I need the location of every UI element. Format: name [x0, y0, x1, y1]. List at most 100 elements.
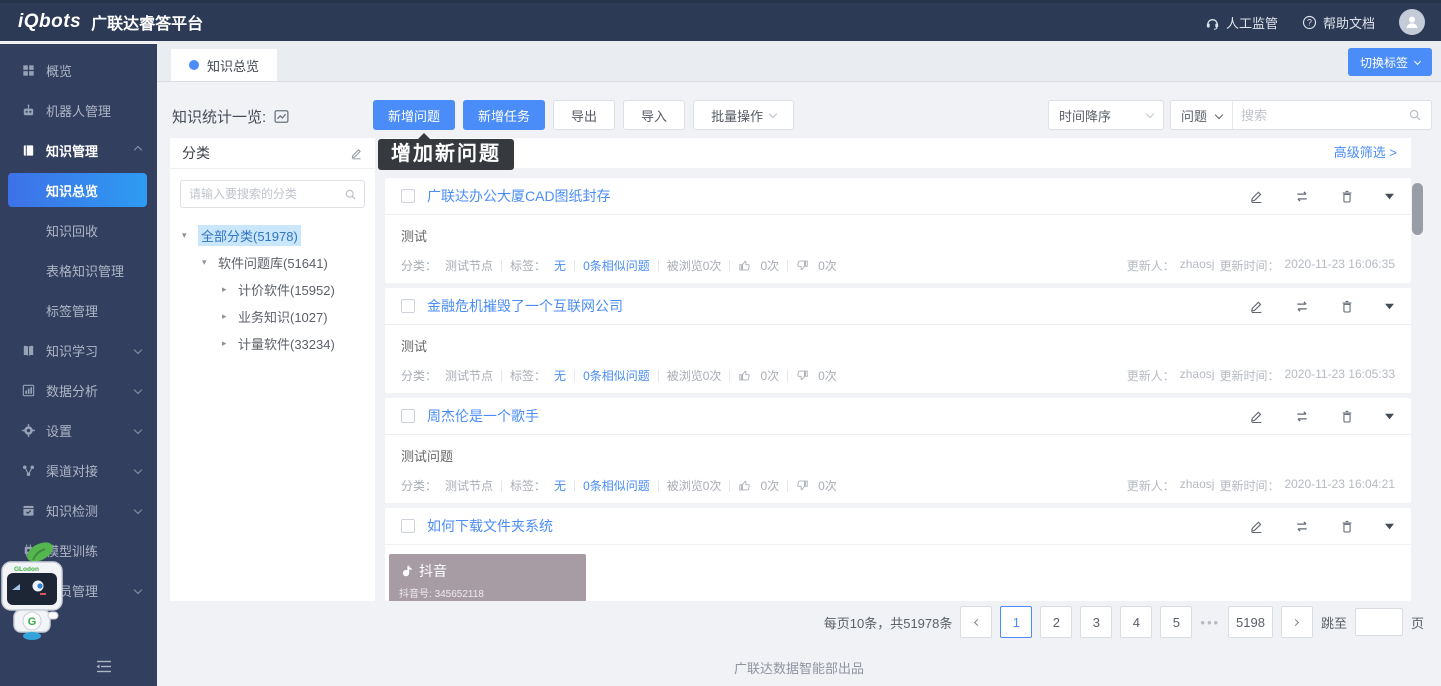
- trash-icon[interactable]: [1340, 189, 1354, 204]
- caret-down-icon[interactable]: [1384, 302, 1395, 311]
- search-input[interactable]: [1233, 108, 1408, 123]
- sidebar-subitem-tag-management[interactable]: 标签管理: [0, 290, 157, 330]
- edit-icon[interactable]: [1249, 299, 1264, 314]
- music-note-icon: [399, 564, 413, 578]
- search-icon[interactable]: [344, 188, 357, 201]
- caret-icon[interactable]: ▸: [222, 284, 238, 295]
- tree-node-measurement-software[interactable]: ▸ 计量软件(33234): [182, 330, 375, 357]
- chevron-up-icon: [134, 146, 142, 154]
- edit-icon[interactable]: [1249, 189, 1264, 204]
- caret-down-icon[interactable]: [1384, 192, 1395, 201]
- page-button-2[interactable]: 2: [1040, 606, 1072, 638]
- page-button-last[interactable]: 5198: [1228, 606, 1273, 638]
- sidebar-subitem-table-knowledge[interactable]: 表格知识管理: [0, 250, 157, 290]
- manual-supervision-link[interactable]: 人工监管: [1205, 13, 1278, 32]
- tree-node-all-categories[interactable]: ▾ 全部分类(51978): [182, 222, 375, 249]
- item-checkbox[interactable]: [401, 189, 415, 203]
- tree-node-software-questions[interactable]: ▾ 软件问题库(51641): [182, 249, 375, 276]
- page-button-3[interactable]: 3: [1080, 606, 1112, 638]
- caret-icon[interactable]: ▾: [182, 230, 198, 241]
- douyin-account: 抖音号: 345652118: [399, 585, 576, 600]
- similar-questions-link[interactable]: 0条相似问题: [583, 367, 650, 384]
- item-title-link[interactable]: 金融危机摧毁了一个互联网公司: [427, 296, 623, 316]
- thumb-up-icon[interactable]: [738, 369, 751, 382]
- menu-fold-icon[interactable]: [95, 659, 113, 674]
- trash-icon[interactable]: [1340, 409, 1354, 424]
- prev-page-button[interactable]: [960, 606, 992, 638]
- edit-icon[interactable]: [1249, 519, 1264, 534]
- item-title-link[interactable]: 周杰伦是一个歌手: [427, 406, 539, 426]
- meta-tag-link[interactable]: 无: [554, 367, 566, 384]
- trash-icon[interactable]: [1340, 519, 1354, 534]
- trash-icon[interactable]: [1340, 299, 1354, 314]
- sidebar-subitem-knowledge-recycle[interactable]: 知识回收: [0, 210, 157, 250]
- transfer-icon[interactable]: [1294, 409, 1310, 424]
- similar-questions-link[interactable]: 0条相似问题: [583, 257, 650, 274]
- sidebar-subitem-knowledge-overview[interactable]: 知识总览: [8, 173, 147, 207]
- sidebar-item-knowledge-management[interactable]: 知识管理: [0, 130, 157, 170]
- meta-tag-link[interactable]: 无: [554, 257, 566, 274]
- item-checkbox[interactable]: [401, 409, 415, 423]
- item-title-link[interactable]: 如何下载文件夹系统: [427, 516, 553, 536]
- sidebar-item-channel-integration[interactable]: 渠道对接: [0, 450, 157, 490]
- page-button-5[interactable]: 5: [1160, 606, 1192, 638]
- sidebar-item-data-analysis[interactable]: 数据分析: [0, 370, 157, 410]
- transfer-icon[interactable]: [1294, 519, 1310, 534]
- item-checkbox[interactable]: [401, 519, 415, 533]
- meta-tag-link[interactable]: 无: [554, 477, 566, 494]
- edit-icon[interactable]: [1249, 409, 1264, 424]
- thumb-up-icon[interactable]: [738, 479, 751, 492]
- page-button-4[interactable]: 4: [1120, 606, 1152, 638]
- tab-knowledge-overview[interactable]: 知识总览: [171, 49, 277, 81]
- douyin-attachment-card[interactable]: 抖音 抖音号: 345652118: [389, 554, 586, 601]
- sidebar-item-settings[interactable]: 设置: [0, 410, 157, 450]
- tree-node-label: 计量软件(33234): [238, 334, 335, 353]
- question-circle-icon: ?: [1302, 15, 1317, 30]
- chart-box-icon[interactable]: [273, 108, 290, 125]
- item-title-link[interactable]: 广联达办公大厦CAD图纸封存: [427, 186, 611, 206]
- grid-icon: [20, 62, 36, 78]
- caret-icon[interactable]: ▸: [222, 311, 238, 322]
- help-docs-link[interactable]: ? 帮助文档: [1302, 13, 1375, 32]
- jump-label: 跳至: [1321, 613, 1347, 632]
- import-button[interactable]: 导入: [623, 100, 685, 130]
- item-meta: 分类：测试节点 标签：无 0条相似问题 被浏览0次 0次 0次 更新人：zhao…: [401, 367, 1395, 384]
- thumb-down-icon[interactable]: [796, 369, 809, 382]
- edit-category-icon[interactable]: [350, 147, 363, 160]
- list-scrollbar-thumb[interactable]: [1412, 183, 1423, 235]
- similar-questions-link[interactable]: 0条相似问题: [583, 477, 650, 494]
- caret-icon[interactable]: ▾: [202, 257, 218, 268]
- add-question-button[interactable]: 新增问题: [373, 100, 455, 130]
- pagination-ellipsis[interactable]: •••: [1200, 615, 1220, 630]
- search-icon[interactable]: [1408, 108, 1422, 122]
- thumb-down-icon[interactable]: [796, 259, 809, 272]
- category-search-input[interactable]: [181, 187, 344, 201]
- sidebar-item-knowledge-learning[interactable]: 知识学习: [0, 330, 157, 370]
- sidebar-item-overview[interactable]: 概览: [0, 50, 157, 90]
- transfer-icon[interactable]: [1294, 189, 1310, 204]
- search-field-select[interactable]: 问题: [1171, 101, 1233, 129]
- user-avatar[interactable]: [1399, 9, 1425, 35]
- sidebar-item-robot-management[interactable]: 机器人管理: [0, 90, 157, 130]
- add-task-button[interactable]: 新增任务: [463, 100, 545, 130]
- switch-tags-button[interactable]: 切换标签: [1348, 48, 1432, 76]
- page-button-1[interactable]: 1: [1000, 606, 1032, 638]
- item-checkbox[interactable]: [401, 299, 415, 313]
- caret-icon[interactable]: ▸: [222, 338, 238, 349]
- batch-actions-button[interactable]: 批量操作: [693, 100, 794, 130]
- meta-category-label: 分类：: [401, 257, 437, 274]
- export-button[interactable]: 导出: [553, 100, 615, 130]
- tree-node-pricing-software[interactable]: ▸ 计价软件(15952): [182, 276, 375, 303]
- jump-page-input[interactable]: [1355, 608, 1403, 636]
- thumb-up-icon[interactable]: [738, 259, 751, 272]
- sort-order-select[interactable]: 时间降序: [1048, 100, 1164, 130]
- caret-down-icon[interactable]: [1384, 522, 1395, 531]
- next-page-button[interactable]: [1281, 606, 1313, 638]
- advanced-filter-link[interactable]: 高级筛选 >: [1334, 138, 1397, 168]
- tree-node-business-knowledge[interactable]: ▸ 业务知识(1027): [182, 303, 375, 330]
- transfer-icon[interactable]: [1294, 299, 1310, 314]
- topbar: iQbots 广联达睿答平台 人工监管 ? 帮助文档: [0, 0, 1441, 41]
- meta-views: 被浏览0次: [667, 477, 722, 494]
- thumb-down-icon[interactable]: [796, 479, 809, 492]
- caret-down-icon[interactable]: [1384, 412, 1395, 421]
